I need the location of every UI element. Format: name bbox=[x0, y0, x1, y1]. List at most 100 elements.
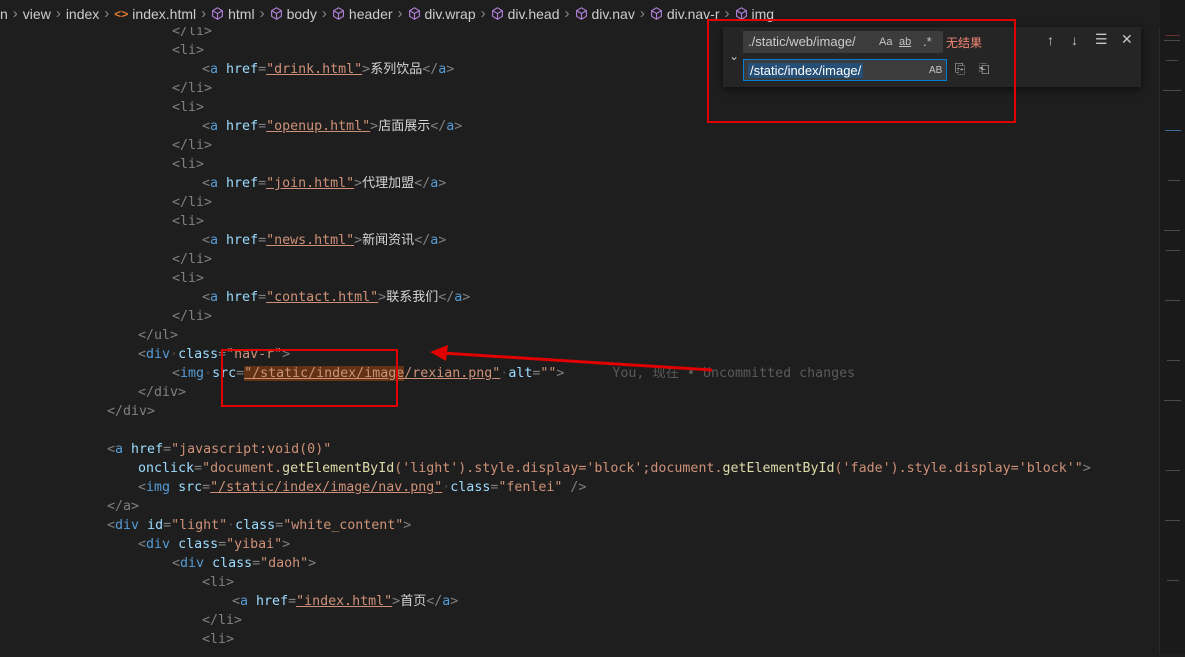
breadcrumb-item[interactable]: html bbox=[211, 5, 255, 22]
code-line: onclick="document.getElementById('light'… bbox=[138, 461, 1091, 476]
code-token: </li> bbox=[172, 138, 213, 153]
breadcrumb-label: header bbox=[348, 5, 393, 22]
code-line: <li> bbox=[172, 41, 204, 60]
code-token: .style.display= bbox=[466, 461, 587, 476]
code-token: document. bbox=[650, 461, 723, 476]
breadcrumb-label: div.nav bbox=[591, 5, 635, 22]
arrow-up-icon[interactable]: ↑ bbox=[1047, 32, 1054, 48]
code-token: "light" bbox=[171, 518, 228, 533]
breadcrumb-item[interactable]: n bbox=[0, 6, 8, 22]
code-token[interactable]: "contact.html" bbox=[266, 290, 378, 305]
code-line: </li> bbox=[202, 611, 242, 630]
code-line: <div id="light"·class="white_content"> bbox=[107, 518, 412, 533]
html-file-icon: <> bbox=[114, 6, 129, 21]
code-line: <a href="news.html">新闻资讯</a> bbox=[202, 233, 447, 248]
annotation-highlight-box bbox=[221, 349, 398, 407]
code-token: <li> bbox=[172, 157, 205, 172]
code-token: "javascript:void(0)" bbox=[171, 442, 332, 457]
code-line: </div> bbox=[138, 383, 186, 402]
element-icon bbox=[491, 7, 503, 20]
breadcrumb-label: html bbox=[228, 5, 255, 22]
breadcrumb-item[interactable]: header bbox=[332, 6, 393, 22]
code-line: <li> bbox=[202, 573, 234, 592]
minimap[interactable] bbox=[1159, 0, 1185, 654]
breadcrumb-item[interactable]: view bbox=[23, 6, 51, 22]
code-line: <a href="drink.html">系列饮品</a> bbox=[202, 62, 455, 77]
element-icon bbox=[270, 7, 282, 20]
code-token: .style.display= bbox=[898, 461, 1019, 476]
code-token: </li> bbox=[202, 613, 243, 628]
find-in-selection-icon[interactable]: ☰ bbox=[1095, 31, 1108, 48]
code-token: <li> bbox=[172, 271, 205, 286]
code-token[interactable]: "join.html" bbox=[266, 176, 354, 191]
code-line: <img src="/static/index/image/nav.png"·c… bbox=[138, 480, 587, 495]
code-line: </li> bbox=[172, 136, 212, 155]
annotation-highlight-box bbox=[707, 19, 1016, 123]
code-token: <li> bbox=[202, 632, 235, 647]
code-token: "daoh" bbox=[260, 556, 309, 571]
code-token: "yibai" bbox=[226, 537, 283, 552]
breadcrumb-item[interactable]: index bbox=[66, 6, 99, 22]
code-token: "document. bbox=[202, 461, 283, 476]
breadcrumb-label: index.html bbox=[132, 5, 197, 22]
element-icon bbox=[650, 7, 662, 20]
code-line: <li> bbox=[172, 269, 204, 288]
code-token: </li> bbox=[172, 195, 213, 210]
code-token: getElementById bbox=[282, 461, 395, 476]
chevron-right-icon: › bbox=[397, 5, 403, 22]
code-token: </li> bbox=[172, 252, 213, 267]
code-token: 联系我们 bbox=[386, 290, 439, 305]
code-line: <li> bbox=[172, 212, 204, 231]
code-token: 代理加盟 bbox=[362, 176, 415, 191]
code-token[interactable]: "openup.html" bbox=[266, 119, 370, 134]
code-token[interactable]: "drink.html" bbox=[266, 62, 362, 77]
chevron-right-icon: › bbox=[321, 5, 327, 22]
code-token: "white_content" bbox=[283, 518, 404, 533]
code-token: ('fade') bbox=[834, 461, 899, 476]
code-token[interactable]: "index.html" bbox=[296, 594, 392, 609]
chevron-right-icon: › bbox=[201, 5, 207, 22]
code-token: <li> bbox=[172, 100, 205, 115]
code-token: getElementById bbox=[722, 461, 835, 476]
breadcrumb-label: body bbox=[286, 5, 317, 22]
arrow-down-icon[interactable]: ↓ bbox=[1071, 32, 1078, 48]
code-line: <li> bbox=[172, 155, 204, 174]
breadcrumb-item[interactable]: body bbox=[270, 6, 317, 22]
code-token: <li> bbox=[202, 575, 235, 590]
breadcrumb-item[interactable]: div.wrap bbox=[408, 6, 476, 22]
element-icon bbox=[408, 7, 420, 20]
code-line: <li> bbox=[172, 98, 204, 117]
breadcrumb-item[interactable]: div.head bbox=[491, 6, 560, 22]
code-token: 新闻资讯 bbox=[362, 233, 415, 248]
breadcrumb-label: div.head bbox=[507, 5, 560, 22]
chevron-right-icon: › bbox=[564, 5, 570, 22]
code-line: </li> bbox=[172, 193, 212, 212]
code-line: <a href="join.html">代理加盟</a> bbox=[202, 176, 447, 191]
code-token: </ul> bbox=[138, 328, 179, 343]
code-line: </ul> bbox=[138, 326, 178, 345]
annotation-arrow bbox=[430, 345, 713, 372]
code-token: 'block'" bbox=[1018, 461, 1083, 476]
chevron-right-icon: › bbox=[639, 5, 645, 22]
code-line: </a> bbox=[107, 497, 139, 516]
code-line: <a href="index.html">首页</a> bbox=[232, 594, 459, 609]
code-line: <li> bbox=[202, 630, 234, 649]
chevron-right-icon: › bbox=[55, 5, 61, 22]
code-token: <li> bbox=[172, 43, 205, 58]
code-line: </li> bbox=[172, 307, 212, 326]
breadcrumb-label: index bbox=[65, 5, 100, 22]
code-token[interactable]: "news.html" bbox=[266, 233, 354, 248]
breadcrumb-item[interactable]: div.nav bbox=[575, 6, 635, 22]
breadcrumb-item[interactable]: <> index.html bbox=[114, 6, 196, 22]
close-icon[interactable]: ✕ bbox=[1121, 31, 1133, 48]
chevron-right-icon: › bbox=[12, 5, 18, 22]
code-token: <li> bbox=[172, 214, 205, 229]
code-token[interactable]: "/static/index/image/nav.png" bbox=[210, 480, 442, 495]
chevron-right-icon: › bbox=[480, 5, 486, 22]
code-line: </div> bbox=[107, 402, 155, 421]
code-token: "fenlei" bbox=[498, 480, 563, 495]
element-icon bbox=[575, 7, 587, 20]
code-line: </li> bbox=[172, 79, 212, 98]
code-token: </a> bbox=[107, 499, 140, 514]
code-token: </li> bbox=[172, 81, 213, 96]
